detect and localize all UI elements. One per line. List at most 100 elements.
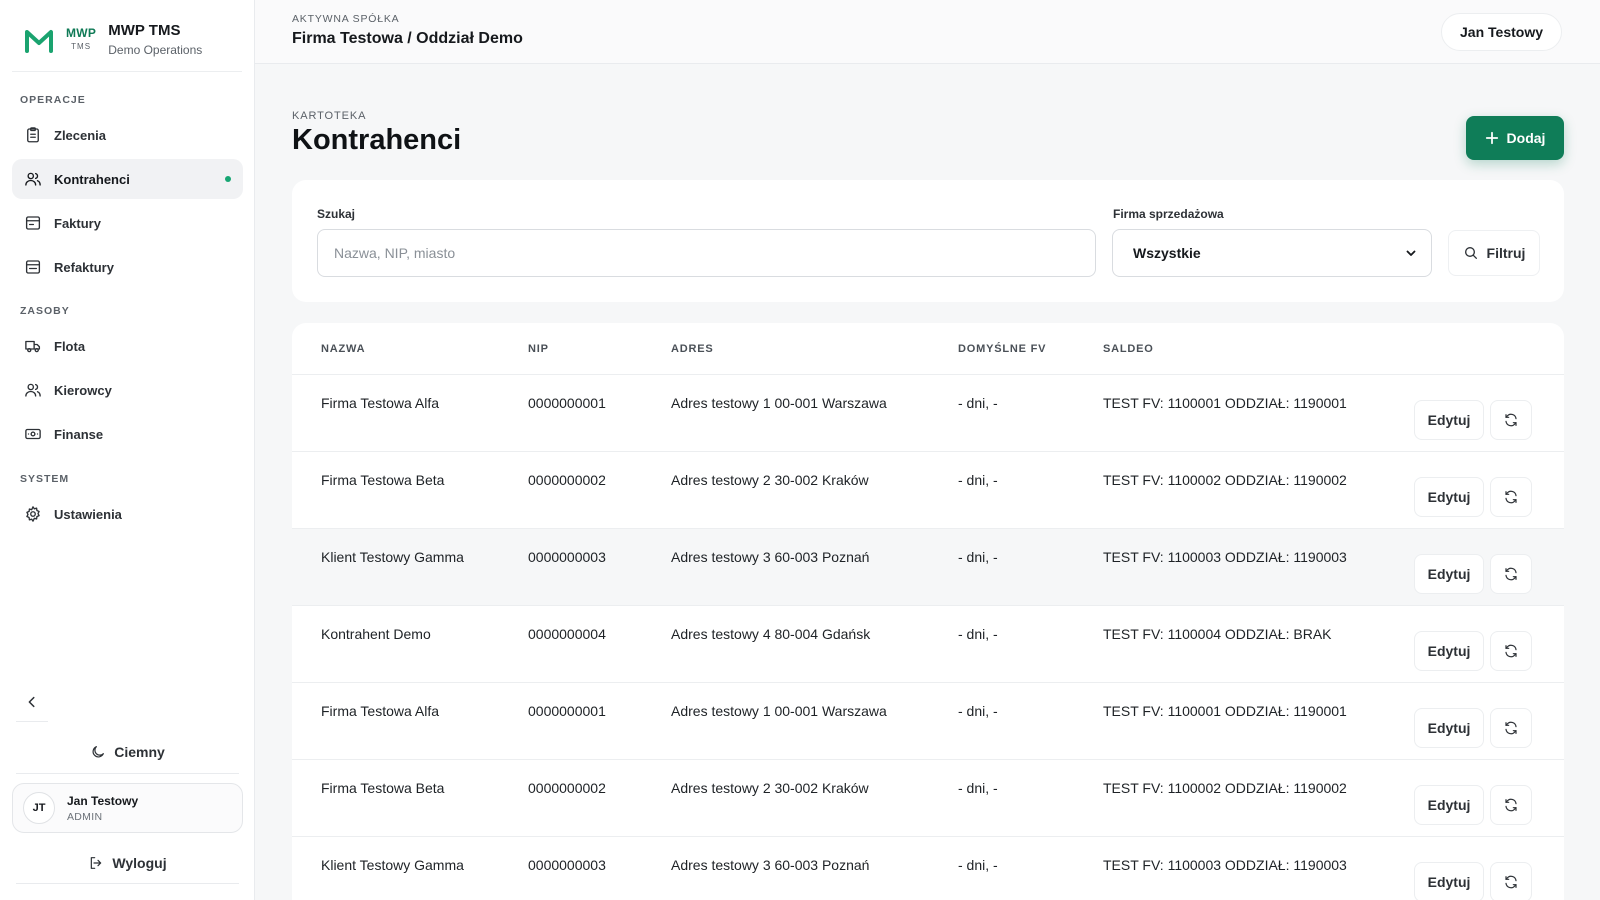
edit-button[interactable]: Edytuj <box>1414 785 1484 825</box>
table-row[interactable]: Klient Testowy Gamma 0000000003 Adres test… <box>292 837 1564 900</box>
section-label-system: SYSTEM <box>20 473 70 485</box>
brand-mark-bottom: TMS <box>71 42 92 51</box>
sync-button[interactable] <box>1490 708 1532 748</box>
user-menu-button[interactable]: Jan Testowy <box>1441 13 1562 51</box>
column-header-default-fv[interactable]: DOMYŚLNE FV <box>958 343 1046 355</box>
sidebar-item-kontrahenci[interactable]: Kontrahenci <box>12 159 243 199</box>
edit-button[interactable]: Edytuj <box>1414 862 1484 900</box>
refresh-icon <box>1505 413 1517 427</box>
brand[interactable]: MWP TMS MWP TMS Demo Operations <box>24 18 202 57</box>
cell-address: Adres testowy 4 80-004 Gdańsk <box>671 626 871 642</box>
reinvoice-icon <box>25 260 41 274</box>
sync-button[interactable] <box>1490 477 1532 517</box>
sales-company-select[interactable]: Wszystkie <box>1112 229 1432 277</box>
column-header-saldeo[interactable]: SALDEO <box>1103 343 1154 355</box>
cell-name: Klient Testowy Gamma <box>321 549 464 565</box>
chevron-down-icon <box>1406 250 1416 256</box>
sidebar-item-label: Faktury <box>54 215 101 231</box>
table-row[interactable]: Firma Testowa Beta 0000000002 Adres testow… <box>292 760 1564 837</box>
table-row[interactable]: Firma Testowa Alfa 0000000001 Adres testow… <box>292 683 1564 760</box>
refresh-icon <box>1505 875 1517 889</box>
column-header-nip[interactable]: NIP <box>528 343 549 355</box>
table-row[interactable]: Klient Testowy Gamma 0000000003 Adres test… <box>292 529 1564 606</box>
sidebar-item-zlecenia[interactable]: Zlecenia <box>12 115 243 155</box>
cell-default-fv: - dni, - <box>958 472 998 488</box>
edit-button[interactable]: Edytuj <box>1414 477 1484 517</box>
sidebar-item-label: Kierowcy <box>54 382 112 398</box>
table-row[interactable]: Firma Testowa Alfa 0000000001 Adres testow… <box>292 375 1564 452</box>
theme-toggle-button[interactable]: Ciemny <box>16 730 239 774</box>
sidebar-item-finanse[interactable]: Finanse <box>12 414 243 454</box>
brand-mark: MWP TMS <box>66 26 96 51</box>
brand-title: MWP TMS <box>108 22 181 39</box>
sidebar-item-faktury[interactable]: Faktury <box>12 203 243 243</box>
logout-button[interactable]: Wyloguj <box>16 842 239 884</box>
edit-button[interactable]: Edytuj <box>1414 708 1484 748</box>
edit-button[interactable]: Edytuj <box>1414 631 1484 671</box>
edit-button[interactable]: Edytuj <box>1414 400 1484 440</box>
cell-nip: 0000000002 <box>528 780 606 796</box>
cell-saldeo: TEST FV: 1100002 ODDZIAŁ: 1190002 <box>1103 780 1347 796</box>
cell-default-fv: - dni, - <box>958 780 998 796</box>
avatar: JT <box>23 792 55 824</box>
cell-saldeo: TEST FV: 1100001 ODDZIAŁ: 1190001 <box>1103 395 1347 411</box>
cell-address: Adres testowy 2 30-002 Kraków <box>671 780 869 796</box>
cell-default-fv: - dni, - <box>958 703 998 719</box>
cell-address: Adres testowy 3 60-003 Poznań <box>671 549 870 565</box>
refresh-icon <box>1505 490 1517 504</box>
active-indicator-dot <box>225 176 231 182</box>
sidebar: MWP TMS MWP TMS Demo Operations OPERACJE… <box>0 0 255 900</box>
filter-button[interactable]: Filtruj <box>1448 230 1540 276</box>
sidebar-item-label: Refaktury <box>54 259 114 275</box>
sales-company-label: Firma sprzedażowa <box>1113 207 1224 221</box>
cell-nip: 0000000003 <box>528 549 606 565</box>
sync-button[interactable] <box>1490 400 1532 440</box>
collapse-sidebar-button[interactable] <box>16 682 48 722</box>
user-card[interactable]: JT Jan Testowy ADMIN <box>12 783 243 833</box>
active-company-label: AKTYWNA SPÓŁKA <box>292 13 400 25</box>
cell-address: Adres testowy 2 30-002 Kraków <box>671 472 869 488</box>
section-label-zasoby: ZASOBY <box>20 305 70 317</box>
add-button-label: Dodaj <box>1506 130 1546 146</box>
add-contractor-button[interactable]: Dodaj <box>1466 116 1564 160</box>
theme-toggle-label: Ciemny <box>114 743 165 760</box>
cell-nip: 0000000002 <box>528 472 606 488</box>
section-label-operacje: OPERACJE <box>20 94 86 106</box>
refresh-icon <box>1505 798 1517 812</box>
cell-name: Klient Testowy Gamma <box>321 857 464 873</box>
chevron-left-icon <box>28 696 35 707</box>
cell-name: Firma Testowa Alfa <box>321 703 440 719</box>
brand-subtitle: Demo Operations <box>108 43 203 57</box>
brand-text: MWP TMS Demo Operations <box>108 22 202 57</box>
cell-address: Adres testowy 1 00-001 Warszawa <box>671 703 887 719</box>
plus-icon <box>1485 131 1498 145</box>
active-company-name[interactable]: Firma Testowa / Oddział Demo <box>292 30 523 48</box>
column-header-name[interactable]: NAZWA <box>321 343 365 355</box>
sync-button[interactable] <box>1490 631 1532 671</box>
logout-icon <box>91 856 102 869</box>
sidebar-item-refaktury[interactable]: Refaktury <box>12 247 243 287</box>
cell-saldeo: TEST FV: 1100004 ODDZIAŁ: BRAK <box>1103 626 1332 642</box>
clipboard-icon <box>27 127 39 143</box>
refresh-icon <box>1505 644 1517 658</box>
filter-panel: Szukaj Firma sprzedażowa Wszystkie Filtr… <box>292 180 1564 302</box>
user-role: ADMIN <box>67 810 103 823</box>
search-input[interactable] <box>317 229 1096 277</box>
sidebar-item-flota[interactable]: Flota <box>12 326 243 366</box>
sync-button[interactable] <box>1490 785 1532 825</box>
cell-saldeo: TEST FV: 1100003 ODDZIAŁ: 1190003 <box>1103 857 1347 873</box>
sync-button[interactable] <box>1490 554 1532 594</box>
brand-divider <box>12 71 242 72</box>
edit-button[interactable]: Edytuj <box>1414 554 1484 594</box>
table-row[interactable]: Firma Testowa Beta 0000000002 Adres testow… <box>292 452 1564 529</box>
column-header-address[interactable]: ADRES <box>671 343 714 355</box>
user-info: Jan Testowy ADMIN <box>67 794 138 823</box>
sidebar-item-kierowcy[interactable]: Kierowcy <box>12 370 243 410</box>
cell-name: Kontrahent Demo <box>321 626 431 642</box>
user-name: Jan Testowy <box>67 793 139 808</box>
cell-name: Firma Testowa Beta <box>321 472 445 488</box>
table-row[interactable]: Kontrahent Demo 0000000004 Adres testowy 4… <box>292 606 1564 683</box>
sync-button[interactable] <box>1490 862 1532 900</box>
sidebar-item-ustawienia[interactable]: Ustawienia <box>12 494 243 534</box>
sidebar-item-label: Flota <box>54 338 86 354</box>
